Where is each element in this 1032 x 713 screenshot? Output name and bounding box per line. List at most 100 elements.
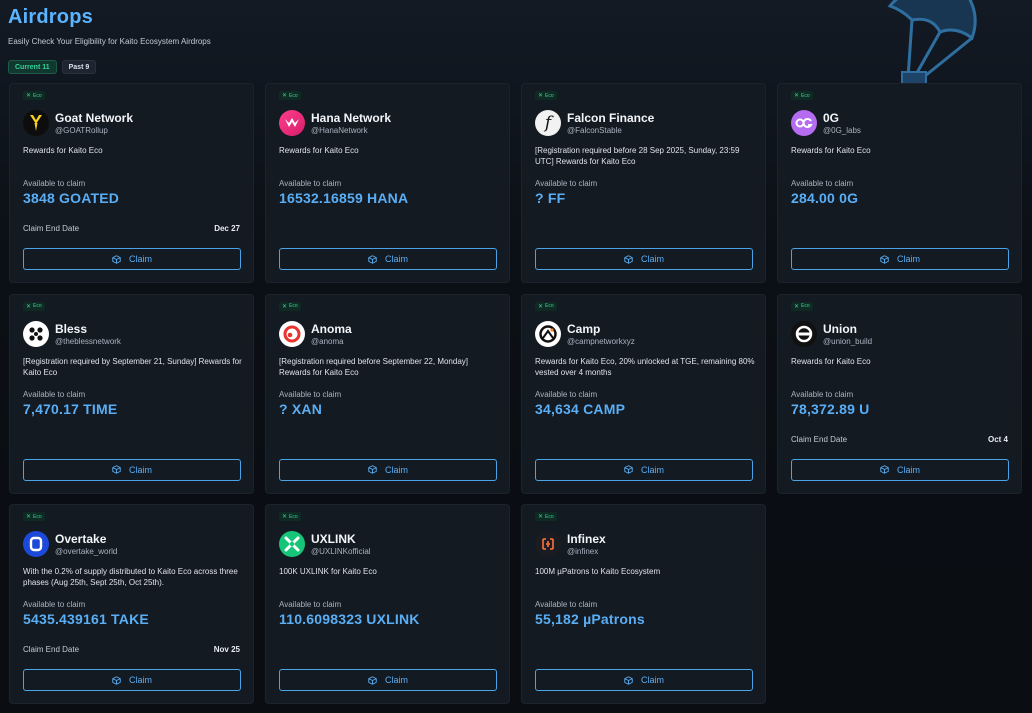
claim-button[interactable]: Claim (23, 669, 241, 691)
eco-badge-label: Eco (33, 93, 42, 99)
available-label: Available to claim (791, 179, 853, 188)
hana-logo (279, 110, 305, 136)
claim-amount: 7,470.17 TIME (23, 401, 117, 417)
cube-icon (368, 676, 377, 685)
kaito-icon: ✕ (26, 92, 31, 99)
airdrop-card-infinex: ✕ Eco Infinex @infinex 100M µPatrons to … (521, 504, 766, 704)
project-description: 100M µPatrons to Kaito Ecosystem (535, 566, 757, 577)
tab-bar: Current 11 Past 9 (8, 60, 96, 74)
eco-badge: ✕ Eco (23, 91, 45, 100)
claim-end-date: Nov 25 (214, 645, 240, 654)
tab-past[interactable]: Past 9 (62, 60, 97, 74)
cube-icon (624, 465, 633, 474)
kaito-icon: ✕ (794, 92, 799, 99)
available-label: Available to claim (535, 390, 597, 399)
claim-button[interactable]: Claim (279, 459, 497, 481)
claim-end-date: Oct 4 (988, 435, 1008, 444)
claim-button[interactable]: Claim (23, 459, 241, 481)
claim-button-label: Claim (641, 675, 664, 685)
project-name: Union (823, 322, 857, 336)
tab-current[interactable]: Current 11 (8, 60, 57, 74)
project-description: Rewards for Kaito Eco (791, 356, 1013, 367)
kaito-icon: ✕ (538, 92, 543, 99)
project-handle: @UXLINKofficial (311, 547, 371, 556)
claim-button[interactable]: Claim (23, 248, 241, 270)
project-handle: @anoma (311, 337, 344, 346)
eco-badge: ✕ Eco (791, 302, 813, 311)
claim-button[interactable]: Claim (791, 459, 1009, 481)
claim-amount: 34,634 CAMP (535, 401, 625, 417)
project-description: Rewards for Kaito Eco (23, 145, 245, 156)
claim-amount: 284.00 0G (791, 190, 858, 206)
claim-button-label: Claim (385, 254, 408, 264)
cube-icon (112, 676, 121, 685)
project-handle: @0G_labs (823, 126, 861, 135)
falcon-logo: f (535, 110, 561, 136)
eco-badge-label: Eco (545, 514, 554, 520)
cube-icon (624, 676, 633, 685)
page-header: Airdrops Easily Check Your Eligibility f… (8, 6, 211, 46)
project-handle: @FalconStable (567, 126, 622, 135)
project-name: Overtake (55, 532, 106, 546)
goat-logo (23, 110, 49, 136)
claim-button-label: Claim (385, 465, 408, 475)
page-subtitle: Easily Check Your Eligibility for Kaito … (8, 37, 211, 46)
claim-button[interactable]: Claim (279, 248, 497, 270)
available-label: Available to claim (535, 600, 597, 609)
eco-badge-label: Eco (33, 514, 42, 520)
kaito-icon: ✕ (538, 303, 543, 310)
claim-button-label: Claim (897, 254, 920, 264)
eco-badge-label: Eco (289, 93, 298, 99)
eco-badge-label: Eco (801, 93, 810, 99)
available-label: Available to claim (23, 390, 85, 399)
airdrop-card-overtake: ✕ Eco Overtake @overtake_world With the … (9, 504, 254, 704)
claim-button[interactable]: Claim (535, 248, 753, 270)
eco-badge-label: Eco (545, 303, 554, 309)
airdrop-card-anoma: ✕ Eco Anoma @anoma [Registration require… (265, 294, 510, 494)
available-label: Available to claim (23, 600, 85, 609)
cube-icon (368, 465, 377, 474)
project-name: UXLINK (311, 532, 356, 546)
project-description: Rewards for Kaito Eco (279, 145, 501, 156)
available-label: Available to claim (279, 179, 341, 188)
claim-button[interactable]: Claim (535, 459, 753, 481)
project-handle: @theblessnetwork (55, 337, 121, 346)
project-description: 100K UXLINK for Kaito Eco (279, 566, 501, 577)
project-description: [Registration required before 28 Sep 202… (535, 145, 757, 167)
project-handle: @overtake_world (55, 547, 117, 556)
kaito-icon: ✕ (282, 513, 287, 520)
available-label: Available to claim (279, 600, 341, 609)
claim-button[interactable]: Claim (535, 669, 753, 691)
airdrop-card-falcon-finance: ✕ Eco f Falcon Finance @FalconStable [Re… (521, 83, 766, 283)
project-name: Infinex (567, 532, 606, 546)
claim-button-label: Claim (129, 675, 152, 685)
project-description: With the 0.2% of supply distributed to K… (23, 566, 245, 588)
project-description: Rewards for Kaito Eco, 20% unlocked at T… (535, 356, 757, 378)
claim-button[interactable]: Claim (279, 669, 497, 691)
airdrop-card-camp: ✕ Eco Camp @campnetworkxyz Rewards for K… (521, 294, 766, 494)
project-name: Anoma (311, 322, 352, 336)
claim-end-label: Claim End Date (23, 224, 79, 233)
airdrop-grid: ✕ Eco Goat Network @GOATRollup Rewards f… (9, 83, 1022, 704)
project-handle: @campnetworkxyz (567, 337, 635, 346)
cube-icon (624, 255, 633, 264)
claim-button[interactable]: Claim (791, 248, 1009, 270)
project-handle: @HanaNetwork (311, 126, 368, 135)
claim-end-label: Claim End Date (23, 645, 79, 654)
airdrop-card-0g: ✕ Eco 0G @0G_labs Rewards for Kaito Eco … (777, 83, 1022, 283)
airdrop-card-union: ✕ Eco Union @union_build Rewards for Kai… (777, 294, 1022, 494)
claim-button-label: Claim (385, 675, 408, 685)
eco-badge-label: Eco (33, 303, 42, 309)
claim-amount: ? FF (535, 190, 565, 206)
kaito-icon: ✕ (282, 92, 287, 99)
eco-badge: ✕ Eco (535, 512, 557, 521)
claim-amount: 3848 GOATED (23, 190, 119, 206)
union-logo (791, 321, 817, 347)
uxlink-logo (279, 531, 305, 557)
claim-button-label: Claim (129, 465, 152, 475)
claim-button-label: Claim (641, 465, 664, 475)
eco-badge: ✕ Eco (535, 302, 557, 311)
airdrop-card-goat-network: ✕ Eco Goat Network @GOATRollup Rewards f… (9, 83, 254, 283)
eco-badge: ✕ Eco (279, 91, 301, 100)
claim-end-label: Claim End Date (791, 435, 847, 444)
